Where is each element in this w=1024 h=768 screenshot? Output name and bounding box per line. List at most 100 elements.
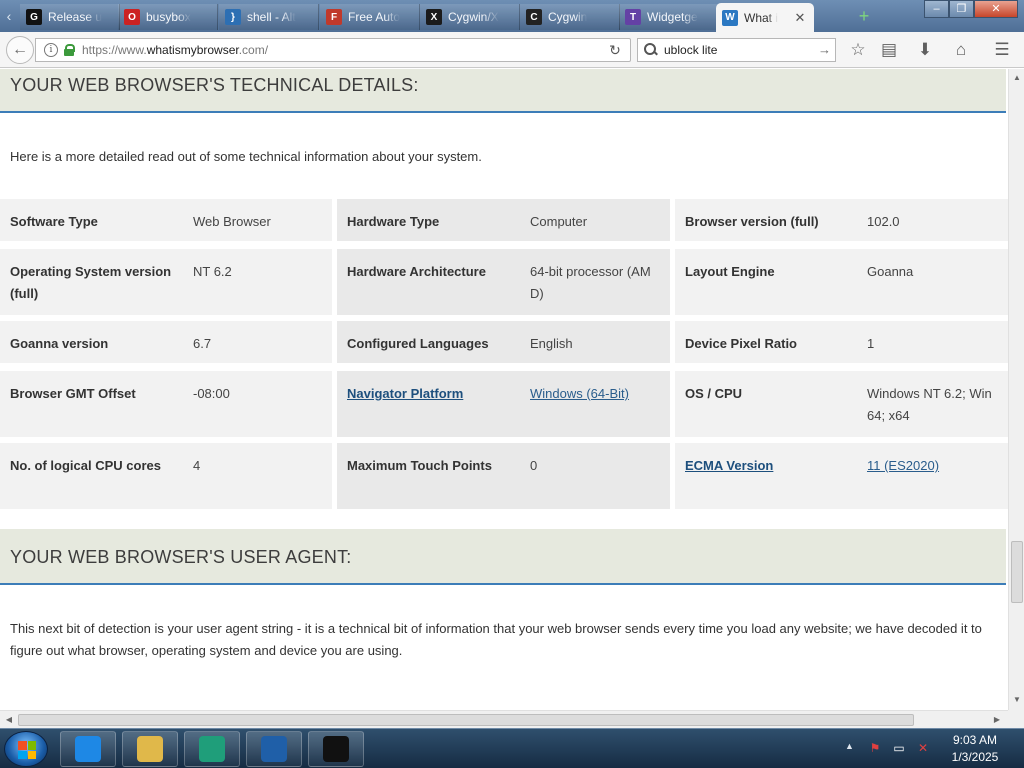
- detail-cell: Maximum Touch Points 0: [337, 443, 670, 509]
- tab[interactable]: G Release u: [20, 4, 120, 30]
- clock-date: 1/3/2025: [951, 750, 999, 764]
- vertical-scrollbar[interactable]: ▲ ▼: [1008, 69, 1024, 710]
- detail-label: Operating System version (full): [10, 264, 172, 301]
- scroll-left-icon[interactable]: ◀: [2, 713, 16, 727]
- taskbar-button[interactable]: [308, 731, 364, 767]
- page-content: YOUR WEB BROWSER'S TECHNICAL DETAILS: He…: [0, 69, 1008, 710]
- detail-cell: Operating System version (full) NT 6.2: [0, 249, 332, 315]
- user-agent-intro: This next bit of detection is your user …: [10, 621, 982, 658]
- tab[interactable]: F Free Auto: [320, 4, 420, 30]
- home-icon[interactable]: ⌂: [951, 40, 971, 60]
- taskbar-button[interactable]: [184, 731, 240, 767]
- taskbar-button[interactable]: [246, 731, 302, 767]
- detail-label: Maximum Touch Points: [347, 458, 492, 473]
- url-host: whatismybrowser: [146, 43, 239, 57]
- detail-label: Software Type: [10, 214, 98, 229]
- detail-value: -08:00: [193, 386, 230, 401]
- bookmark-star-icon[interactable]: ☆: [848, 40, 868, 60]
- tab[interactable]: C Cygwin: [520, 4, 620, 30]
- menu-icon[interactable]: ☰: [992, 40, 1012, 60]
- tray-expand-icon[interactable]: ▲: [845, 741, 854, 751]
- detail-cell: Configured Languages English: [337, 321, 670, 363]
- url-bar[interactable]: i https://www.whatismybrowser.com/ ↻: [35, 38, 631, 62]
- window-controls: – ❐ ✕: [924, 0, 1018, 18]
- detail-cell: Browser GMT Offset -08:00: [0, 371, 332, 437]
- tab[interactable]: X Cygwin/X: [420, 4, 520, 30]
- detail-label[interactable]: ECMA Version: [685, 455, 857, 477]
- tab-scroll-left-icon[interactable]: ‹: [2, 4, 16, 28]
- detail-cell: Goanna version 6.7: [0, 321, 332, 363]
- detail-label: Layout Engine: [685, 264, 775, 279]
- github-icon: G: [26, 9, 42, 25]
- network-icon[interactable]: ▭: [891, 740, 907, 756]
- windows-logo-icon: [18, 741, 36, 759]
- site-info-icon[interactable]: i: [44, 43, 58, 57]
- back-button[interactable]: ←: [6, 36, 34, 64]
- detail-value: 1: [867, 336, 875, 351]
- tech-details-intro: Here is a more detailed read out of some…: [10, 149, 482, 164]
- search-icon[interactable]: [644, 43, 658, 57]
- scroll-down-icon[interactable]: ▼: [1009, 693, 1024, 707]
- clock[interactable]: 9:03 AM 1/3/2025: [940, 732, 1010, 766]
- minimize-button[interactable]: –: [924, 0, 949, 18]
- search-input[interactable]: [664, 43, 814, 57]
- tab[interactable]: Obusybox: [118, 4, 218, 30]
- detail-label: No. of logical CPU cores: [10, 458, 161, 473]
- volume-muted-icon[interactable]: ✕: [915, 740, 931, 756]
- detail-value[interactable]: Windows (64-Bit): [530, 383, 660, 405]
- document-icon: F: [326, 9, 342, 25]
- action-center-icon[interactable]: ⚑: [867, 740, 883, 756]
- tab-title: Cygwin: [548, 10, 588, 24]
- tab-title: Release u: [48, 10, 103, 24]
- tab[interactable]: } shell - Alt: [219, 4, 319, 30]
- detail-cell: OS / CPU Windows NT 6.2; Win64; x64: [675, 371, 1008, 437]
- detail-cell: No. of logical CPU cores 4: [0, 443, 332, 509]
- start-button[interactable]: [4, 731, 48, 767]
- tab-title: shell - Alt: [247, 10, 296, 24]
- close-tab-icon[interactable]: ✕: [792, 10, 808, 26]
- taskbar: ▲ ⚑ ▭ ✕ 9:03 AM 1/3/2025: [0, 728, 1024, 768]
- detail-cell: Browser version (full) 102.0: [675, 199, 1008, 241]
- powershell-icon: [261, 736, 287, 762]
- opera-icon: O: [124, 9, 140, 25]
- detail-label: Browser version (full): [685, 214, 819, 229]
- taskbar-button[interactable]: [60, 731, 116, 767]
- file-explorer-icon: [137, 736, 163, 762]
- url-text[interactable]: https://www.whatismybrowser.com/: [82, 43, 268, 57]
- tab-title: Widgetge: [647, 10, 698, 24]
- braces-icon: }: [225, 9, 241, 25]
- url-suffix: .com/: [238, 43, 269, 57]
- tab-active[interactable]: W What i ✕: [716, 3, 814, 32]
- detail-value[interactable]: 11 (ES2020): [867, 455, 998, 477]
- scroll-right-icon[interactable]: ▶: [990, 713, 1004, 727]
- scroll-up-icon[interactable]: ▲: [1009, 71, 1024, 85]
- lock-icon[interactable]: [64, 44, 75, 56]
- taskbar-button[interactable]: [122, 731, 178, 767]
- tab-title: Cygwin/X: [448, 10, 499, 24]
- detail-value: Web Browser: [193, 214, 271, 229]
- detail-cell: Layout Engine Goanna: [675, 249, 1008, 315]
- cygwin-x-icon: X: [426, 9, 442, 25]
- detail-cell: Hardware Architecture 64-bit processor (A…: [337, 249, 670, 315]
- tab[interactable]: T Widgetge: [619, 4, 719, 30]
- new-tab-icon[interactable]: +: [855, 7, 873, 25]
- detail-cell: Software Type Web Browser: [0, 199, 332, 241]
- horizontal-scroll-thumb[interactable]: [18, 714, 914, 726]
- detail-label: Browser GMT Offset: [10, 386, 136, 401]
- maximize-button[interactable]: ❐: [949, 0, 974, 18]
- detail-value: NT 6.2: [193, 264, 232, 279]
- download-icon[interactable]: ⬇: [915, 40, 935, 60]
- detail-label[interactable]: Navigator Platform: [347, 383, 520, 405]
- horizontal-scrollbar[interactable]: ◀ ▶: [0, 710, 1008, 728]
- detail-label: Goanna version: [10, 336, 109, 351]
- detail-value: Goanna: [867, 264, 914, 279]
- search-bar[interactable]: →: [637, 38, 836, 62]
- close-window-button[interactable]: ✕: [974, 0, 1018, 18]
- reading-list-icon[interactable]: ▤: [879, 40, 899, 60]
- user-agent-title: YOUR WEB BROWSER'S USER AGENT:: [10, 547, 352, 567]
- vertical-scroll-thumb[interactable]: [1011, 541, 1023, 603]
- detail-value: 64-bit processor (AMD): [530, 264, 651, 301]
- search-go-icon[interactable]: →: [818, 41, 831, 59]
- reload-icon[interactable]: ↻: [606, 41, 624, 59]
- command-prompt-icon: [323, 736, 349, 762]
